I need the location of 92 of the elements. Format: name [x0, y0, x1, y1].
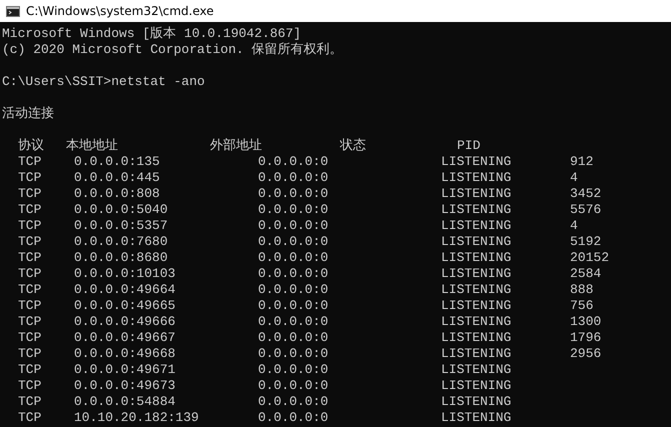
table-cell-text: 0.0.0.0:0	[258, 346, 330, 362]
table-cell-text: 5576	[570, 202, 602, 218]
table-cell-text: TCP	[18, 346, 42, 362]
table-cell-text: 0.0.0.0:0	[258, 218, 330, 234]
table-cell-text: LISTENING	[441, 362, 512, 378]
table-cell-text: LISTENING	[441, 330, 512, 346]
table-cell-text: 0.0.0.0:10103	[74, 266, 176, 282]
column-label: 状态	[340, 138, 367, 154]
table-cell-text: LISTENING	[441, 346, 512, 362]
table-cell-text: TCP	[18, 218, 42, 234]
table-cell-text: 0.0.0.0:49668	[74, 346, 176, 362]
terminal-icon	[6, 6, 20, 16]
table-cell-text: 0.0.0.0:7680	[74, 234, 169, 250]
table-cell-text: TCP	[18, 234, 42, 250]
table-cell-text: LISTENING	[441, 394, 512, 410]
table-cell-text: TCP	[18, 170, 42, 186]
table-cell-text: 0.0.0.0:54884	[74, 394, 176, 410]
table-cell-text: LISTENING	[441, 266, 512, 282]
table-cell-text: 0.0.0.0:49664	[74, 282, 176, 298]
table-cell-text: TCP	[18, 154, 42, 170]
column-label: 外部地址	[210, 138, 263, 154]
table-cell-text: 1300	[570, 314, 602, 330]
table-cell-text: 0.0.0.0:0	[258, 378, 330, 394]
table-cell-text: 0.0.0.0:5357	[74, 218, 169, 234]
table-cell-text: TCP	[18, 250, 42, 266]
console-line: (c) 2020 Microsoft Corporation. 保留所有权利。	[2, 42, 343, 57]
table-cell-text: TCP	[18, 282, 42, 298]
column-label: 本地地址	[66, 138, 119, 154]
table-cell-text: 0.0.0.0:808	[74, 186, 161, 202]
table-cell-text: LISTENING	[441, 410, 512, 426]
table-cell-text: LISTENING	[441, 154, 512, 170]
table-cell-text: 0.0.0.0:0	[258, 314, 330, 330]
table-cell-text: 0.0.0.0:0	[258, 362, 330, 378]
table-cell-text: TCP	[18, 410, 42, 426]
table-cell-text: 0.0.0.0:8680	[74, 250, 169, 266]
table-cell-text: 0.0.0.0:49667	[74, 330, 176, 346]
table-cell-text: 0.0.0.0:0	[258, 170, 330, 186]
table-cell-text: LISTENING	[441, 234, 512, 250]
table-cell-text: LISTENING	[441, 282, 512, 298]
table-cell-text: TCP	[18, 266, 42, 282]
table-cell-text: TCP	[18, 394, 42, 410]
table-cell-text: TCP	[18, 298, 42, 314]
table-cell-text: 0.0.0.0:0	[258, 202, 330, 218]
table-cell-text: LISTENING	[441, 378, 512, 394]
table-cell-text: TCP	[18, 314, 42, 330]
table-cell-text: 5192	[570, 234, 602, 250]
table-cell-text: TCP	[18, 378, 42, 394]
table-cell-text: 0.0.0.0:5040	[74, 202, 169, 218]
column-label: PID	[457, 138, 482, 154]
table-cell-text: 756	[570, 298, 594, 314]
table-cell-text: LISTENING	[441, 298, 512, 314]
table-cell-text: 0.0.0.0:0	[258, 266, 330, 282]
window-title: C:\Windows\system32\cmd.exe	[26, 4, 214, 18]
table-cell-text: LISTENING	[441, 314, 512, 330]
table-cell-text: 1796	[570, 330, 602, 346]
table-cell-text: 0.0.0.0:49671	[74, 362, 176, 378]
table-cell-text: 0.0.0.0:0	[258, 234, 330, 250]
table-cell-text: 0.0.0.0:0	[258, 186, 330, 202]
table-cell-text: 0.0.0.0:0	[258, 410, 330, 426]
console-line: 活动连接	[2, 106, 54, 121]
table-cell-text: 0.0.0.0:49666	[74, 314, 176, 330]
table-cell-text: LISTENING	[441, 186, 512, 202]
table-cell-text: 0.0.0.0:49673	[74, 378, 176, 394]
table-cell-text: 0.0.0.0:0	[258, 330, 330, 346]
table-cell-text: 4	[570, 218, 579, 234]
table-cell-text: TCP	[18, 202, 42, 218]
console-line: C:\Users\SSIT>netstat -ano	[2, 74, 205, 89]
table-cell-text: LISTENING	[441, 202, 512, 218]
table-cell-text: 20152	[570, 250, 610, 266]
table-cell-text: 4	[570, 170, 579, 186]
table-cell-text: 0.0.0.0:135	[74, 154, 161, 170]
table-cell-text: 2956	[570, 346, 602, 362]
table-cell-text: TCP	[18, 330, 42, 346]
table-cell-text: 912	[570, 154, 594, 170]
table-cell-text: TCP	[18, 186, 42, 202]
table-cell-text: 0.0.0.0:49665	[74, 298, 176, 314]
table-cell-text: LISTENING	[441, 250, 512, 266]
table-cell-text: 0.0.0.0:0	[258, 282, 330, 298]
table-cell-text: 0.0.0.0:0	[258, 154, 330, 170]
table-cell-text: 10.10.20.182:139	[74, 410, 200, 426]
table-cell-text: 0.0.0.0:0	[258, 394, 330, 410]
table-cell-text: 0.0.0.0:0	[258, 250, 330, 266]
table-cell-text: TCP	[18, 362, 42, 378]
console-line: Microsoft Windows [版本 10.0.19042.867]	[2, 26, 302, 41]
table-cell-text: 0.0.0.0:445	[74, 170, 161, 186]
table-cell-text: LISTENING	[441, 170, 512, 186]
table-cell-text: 888	[570, 282, 594, 298]
table-cell-text: 0.0.0.0:0	[258, 298, 330, 314]
table-cell-text: 2584	[570, 266, 602, 282]
table-cell-text: 3452	[570, 186, 602, 202]
table-cell-text: LISTENING	[441, 218, 512, 234]
column-label: 协议	[18, 138, 45, 154]
